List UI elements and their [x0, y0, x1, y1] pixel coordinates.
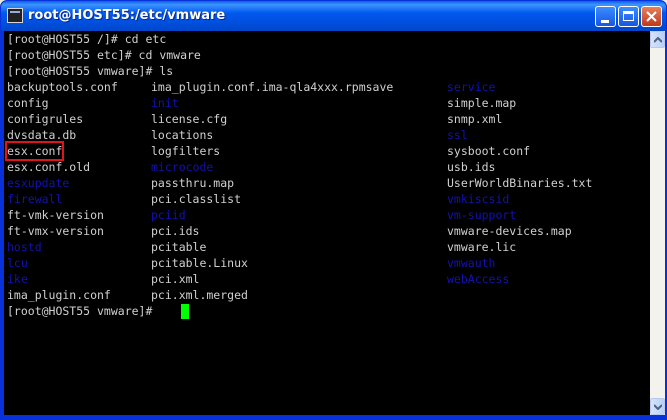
- directory-entry: vmkiscsid: [447, 192, 510, 206]
- file-entry: pci.xml.merged: [151, 288, 248, 302]
- arrow-up-icon: [654, 37, 662, 43]
- file-entry: vmware.lic: [447, 240, 517, 254]
- file-entry: simple.map: [447, 96, 517, 110]
- file-entry: esx.conf.old: [7, 160, 91, 174]
- file-entry: esx.conf: [4, 141, 65, 161]
- terminal-output[interactable]: [root@HOST55 /]# cd etc [root@HOST55 etc…: [4, 31, 650, 415]
- file-entry: sysboot.conf: [447, 144, 531, 158]
- directory-entry: hostd: [7, 240, 42, 254]
- command-line: [root@HOST55 vmware]# ls: [7, 64, 174, 78]
- close-icon: [646, 11, 657, 22]
- file-entry: backuptools.conf: [7, 80, 118, 94]
- directory-entry: microcode: [151, 160, 214, 174]
- file-entry: ima_plugin.conf: [7, 288, 111, 302]
- command-line: [root@HOST55 etc]# cd vmware: [7, 48, 201, 62]
- file-entry: vmware-devices.map: [447, 224, 572, 238]
- minimize-button[interactable]: [595, 6, 616, 27]
- file-entry: ima_plugin.conf.ima-qla4xxx.rpmsave: [151, 80, 394, 94]
- title-bar[interactable]: root@HOST55:/etc/vmware: [1, 1, 666, 31]
- file-entry: dvsdata.db: [7, 128, 77, 142]
- directory-entry: vm-support: [447, 208, 517, 222]
- window-bottom-border: [1, 415, 666, 419]
- file-entry: logfilters: [151, 144, 221, 158]
- window-title: root@HOST55:/etc/vmware: [28, 8, 226, 23]
- file-entry: license.cfg: [151, 112, 228, 126]
- directory-entry: webAccess: [447, 272, 510, 286]
- vertical-scrollbar[interactable]: [650, 31, 665, 415]
- text-cursor: [181, 304, 189, 319]
- command-line: [root@HOST55 /]# cd etc: [7, 32, 167, 46]
- file-entry: pci.xml: [151, 272, 200, 286]
- file-entry: pci.ids: [151, 224, 200, 238]
- directory-entry: esxupdate: [7, 176, 70, 190]
- file-entry: snmp.xml: [447, 112, 503, 126]
- scroll-down-button[interactable]: [650, 398, 665, 415]
- file-entry: usb.ids: [447, 160, 496, 174]
- directory-entry: vmwauth: [447, 256, 496, 270]
- scroll-up-button[interactable]: [650, 31, 665, 48]
- directory-entry: pciid: [151, 208, 186, 222]
- directory-entry: service: [447, 80, 496, 94]
- file-entry: pcitable.Linux: [151, 256, 248, 270]
- file-entry: passthru.map: [151, 176, 235, 190]
- directory-entry: lcu: [7, 256, 28, 270]
- file-entry: config: [7, 96, 49, 110]
- file-entry: locations: [151, 128, 214, 142]
- directory-entry: firewall: [7, 192, 63, 206]
- directory-entry: init: [151, 96, 179, 110]
- file-entry: UserWorldBinaries.txt: [447, 176, 593, 190]
- arrow-down-icon: [654, 404, 662, 410]
- prompt-line: [root@HOST55 vmware]#: [7, 304, 160, 318]
- file-entry: pci.classlist: [151, 192, 242, 206]
- file-entry: ft-vmk-version: [7, 208, 104, 222]
- terminal-window: root@HOST55:/etc/vmware [root@HOST55 /]#…: [0, 0, 667, 420]
- directory-entry: ike: [7, 272, 28, 286]
- close-button[interactable]: [641, 6, 662, 27]
- terminal-app-icon[interactable]: [7, 8, 23, 23]
- maximize-button[interactable]: [618, 6, 639, 27]
- file-entry: ft-vmx-version: [7, 224, 104, 238]
- file-entry: configrules: [7, 112, 84, 126]
- directory-entry: ssl: [447, 128, 468, 142]
- file-entry: pcitable: [151, 240, 207, 254]
